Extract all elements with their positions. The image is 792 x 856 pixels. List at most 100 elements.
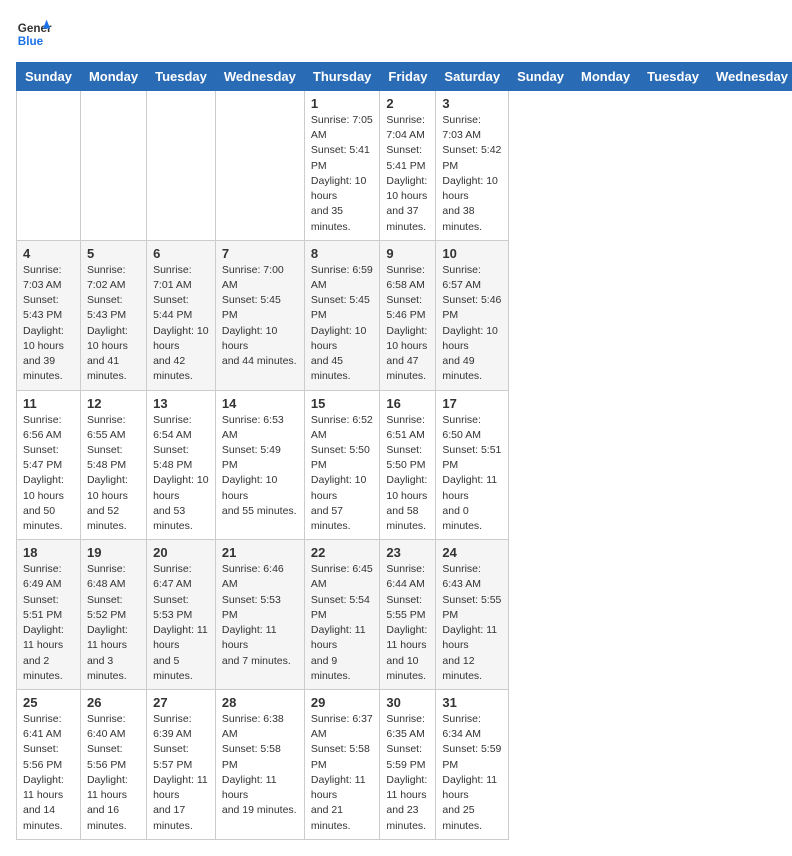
calendar-cell <box>80 91 146 241</box>
page-header: General Blue <box>16 16 776 52</box>
calendar-cell: 6Sunrise: 7:01 AM Sunset: 5:44 PM Daylig… <box>147 240 216 390</box>
day-info: Sunrise: 6:41 AM Sunset: 5:56 PM Dayligh… <box>23 712 74 834</box>
calendar-cell: 31 Sunrise: 6:34 AM Sunset: 5:59 PM Dayli… <box>436 690 509 840</box>
day-info: Sunrise: 7:05 AM Sunset: 5:41 PM Dayligh… <box>311 113 374 235</box>
calendar-cell: 17Sunrise: 6:50 AM Sunset: 5:51 PM Dayli… <box>436 390 509 540</box>
calendar-cell: 21Sunrise: 6:46 AM Sunset: 5:53 PM Dayli… <box>215 540 304 690</box>
day-number: 16 <box>386 396 429 411</box>
day-info: Sunrise: 6:56 AM Sunset: 5:47 PM Dayligh… <box>23 413 74 535</box>
day-number: 12 <box>87 396 140 411</box>
calendar-cell: 5 Sunrise: 7:02 AM Sunset: 5:43 PM Daylig… <box>80 240 146 390</box>
col-header-friday: Friday <box>380 63 436 91</box>
calendar-cell: 3 Sunrise: 7:03 AM Sunset: 5:42 PM Daylig… <box>436 91 509 241</box>
day-number: 20 <box>153 545 209 560</box>
col-header-saturday: Saturday <box>436 63 509 91</box>
day-number: 4 <box>23 246 74 261</box>
calendar-cell: 14 Sunrise: 6:53 AM Sunset: 5:49 PM Dayli… <box>215 390 304 540</box>
calendar-cell: 4 Sunrise: 7:03 AM Sunset: 5:43 PM Daylig… <box>17 240 81 390</box>
day-info: Sunrise: 6:54 AM Sunset: 5:48 PM Dayligh… <box>153 413 209 535</box>
calendar-cell: 8 Sunrise: 6:59 AM Sunset: 5:45 PM Daylig… <box>304 240 380 390</box>
day-number: 7 <box>222 246 298 261</box>
day-number: 25 <box>23 695 74 710</box>
calendar-cell: 26 Sunrise: 6:40 AM Sunset: 5:56 PM Dayli… <box>80 690 146 840</box>
day-number: 28 <box>222 695 298 710</box>
day-info: Sunrise: 6:37 AM Sunset: 5:58 PM Dayligh… <box>311 712 374 834</box>
day-number: 3 <box>442 96 502 111</box>
day-info: Sunrise: 7:00 AM Sunset: 5:45 PM Dayligh… <box>222 263 298 370</box>
day-number: 18 <box>23 545 74 560</box>
day-info: Sunrise: 6:48 AM Sunset: 5:52 PM Dayligh… <box>87 562 140 684</box>
calendar-cell: 29 Sunrise: 6:37 AM Sunset: 5:58 PM Dayli… <box>304 690 380 840</box>
day-number: 31 <box>442 695 502 710</box>
day-info: Sunrise: 6:35 AM Sunset: 5:59 PM Dayligh… <box>386 712 429 834</box>
day-number: 29 <box>311 695 374 710</box>
calendar-week-3: 18 Sunrise: 6:49 AM Sunset: 5:51 PM Dayli… <box>17 540 792 690</box>
col-header-thursday: Thursday <box>304 63 380 91</box>
day-info: Sunrise: 6:39 AM Sunset: 5:57 PM Dayligh… <box>153 712 209 834</box>
day-number: 21 <box>222 545 298 560</box>
calendar-cell: 15 Sunrise: 6:52 AM Sunset: 5:50 PM Dayli… <box>304 390 380 540</box>
day-number: 5 <box>87 246 140 261</box>
svg-text:Blue: Blue <box>18 35 44 48</box>
day-number: 23 <box>386 545 429 560</box>
calendar-week-4: 25 Sunrise: 6:41 AM Sunset: 5:56 PM Dayli… <box>17 690 792 840</box>
calendar-cell: 1 Sunrise: 7:05 AM Sunset: 5:41 PM Daylig… <box>304 91 380 241</box>
logo-icon: General Blue <box>16 16 52 52</box>
day-info: Sunrise: 6:49 AM Sunset: 5:51 PM Dayligh… <box>23 562 74 684</box>
calendar-cell: 22Sunrise: 6:45 AM Sunset: 5:54 PM Dayli… <box>304 540 380 690</box>
calendar-week-1: 4 Sunrise: 7:03 AM Sunset: 5:43 PM Daylig… <box>17 240 792 390</box>
day-number: 22 <box>311 545 374 560</box>
day-info: Sunrise: 6:43 AM Sunset: 5:55 PM Dayligh… <box>442 562 502 684</box>
day-number: 13 <box>153 396 209 411</box>
calendar-cell <box>215 91 304 241</box>
calendar-cell: 2Sunrise: 7:04 AM Sunset: 5:41 PM Daylig… <box>380 91 436 241</box>
day-number: 8 <box>311 246 374 261</box>
day-info: Sunrise: 6:34 AM Sunset: 5:59 PM Dayligh… <box>442 712 502 834</box>
col-header-monday: Monday <box>80 63 146 91</box>
day-number: 9 <box>386 246 429 261</box>
calendar-week-0: 1 Sunrise: 7:05 AM Sunset: 5:41 PM Daylig… <box>17 91 792 241</box>
calendar-cell <box>147 91 216 241</box>
day-number: 24 <box>442 545 502 560</box>
day-number: 15 <box>311 396 374 411</box>
day-info: Sunrise: 6:58 AM Sunset: 5:46 PM Dayligh… <box>386 263 429 385</box>
calendar-cell: 18 Sunrise: 6:49 AM Sunset: 5:51 PM Dayli… <box>17 540 81 690</box>
calendar-table: SundayMondayTuesdayWednesdayThursdayFrid… <box>16 62 792 840</box>
calendar-cell: 9 Sunrise: 6:58 AM Sunset: 5:46 PM Daylig… <box>380 240 436 390</box>
col-header-monday: Monday <box>573 63 639 91</box>
day-info: Sunrise: 6:40 AM Sunset: 5:56 PM Dayligh… <box>87 712 140 834</box>
day-info: Sunrise: 6:59 AM Sunset: 5:45 PM Dayligh… <box>311 263 374 385</box>
day-number: 1 <box>311 96 374 111</box>
calendar-cell: 30Sunrise: 6:35 AM Sunset: 5:59 PM Dayli… <box>380 690 436 840</box>
day-info: Sunrise: 7:03 AM Sunset: 5:42 PM Dayligh… <box>442 113 502 235</box>
calendar-cell <box>17 91 81 241</box>
calendar-cell: 12 Sunrise: 6:55 AM Sunset: 5:48 PM Dayli… <box>80 390 146 540</box>
calendar-cell: 13 Sunrise: 6:54 AM Sunset: 5:48 PM Dayli… <box>147 390 216 540</box>
calendar-cell: 16 Sunrise: 6:51 AM Sunset: 5:50 PM Dayli… <box>380 390 436 540</box>
day-info: Sunrise: 6:52 AM Sunset: 5:50 PM Dayligh… <box>311 413 374 535</box>
calendar-cell: 27Sunrise: 6:39 AM Sunset: 5:57 PM Dayli… <box>147 690 216 840</box>
day-info: Sunrise: 6:51 AM Sunset: 5:50 PM Dayligh… <box>386 413 429 535</box>
calendar-cell: 24 Sunrise: 6:43 AM Sunset: 5:55 PM Dayli… <box>436 540 509 690</box>
day-info: Sunrise: 6:38 AM Sunset: 5:58 PM Dayligh… <box>222 712 298 819</box>
header-row: SundayMondayTuesdayWednesdayThursdayFrid… <box>17 63 792 91</box>
calendar-cell: 11 Sunrise: 6:56 AM Sunset: 5:47 PM Dayli… <box>17 390 81 540</box>
day-number: 14 <box>222 396 298 411</box>
day-info: Sunrise: 6:55 AM Sunset: 5:48 PM Dayligh… <box>87 413 140 535</box>
calendar-cell: 28 Sunrise: 6:38 AM Sunset: 5:58 PM Dayli… <box>215 690 304 840</box>
calendar-cell: 25 Sunrise: 6:41 AM Sunset: 5:56 PM Dayli… <box>17 690 81 840</box>
day-number: 11 <box>23 396 74 411</box>
calendar-cell: 10Sunrise: 6:57 AM Sunset: 5:46 PM Dayli… <box>436 240 509 390</box>
day-number: 10 <box>442 246 502 261</box>
calendar-week-2: 11 Sunrise: 6:56 AM Sunset: 5:47 PM Dayli… <box>17 390 792 540</box>
day-info: Sunrise: 7:02 AM Sunset: 5:43 PM Dayligh… <box>87 263 140 385</box>
col-header-sunday: Sunday <box>17 63 81 91</box>
day-number: 6 <box>153 246 209 261</box>
day-number: 26 <box>87 695 140 710</box>
day-info: Sunrise: 6:53 AM Sunset: 5:49 PM Dayligh… <box>222 413 298 520</box>
day-info: Sunrise: 7:03 AM Sunset: 5:43 PM Dayligh… <box>23 263 74 385</box>
day-info: Sunrise: 6:47 AM Sunset: 5:53 PM Dayligh… <box>153 562 209 684</box>
calendar-cell: 19Sunrise: 6:48 AM Sunset: 5:52 PM Dayli… <box>80 540 146 690</box>
col-header-wednesday: Wednesday <box>215 63 304 91</box>
col-header-sunday: Sunday <box>509 63 573 91</box>
